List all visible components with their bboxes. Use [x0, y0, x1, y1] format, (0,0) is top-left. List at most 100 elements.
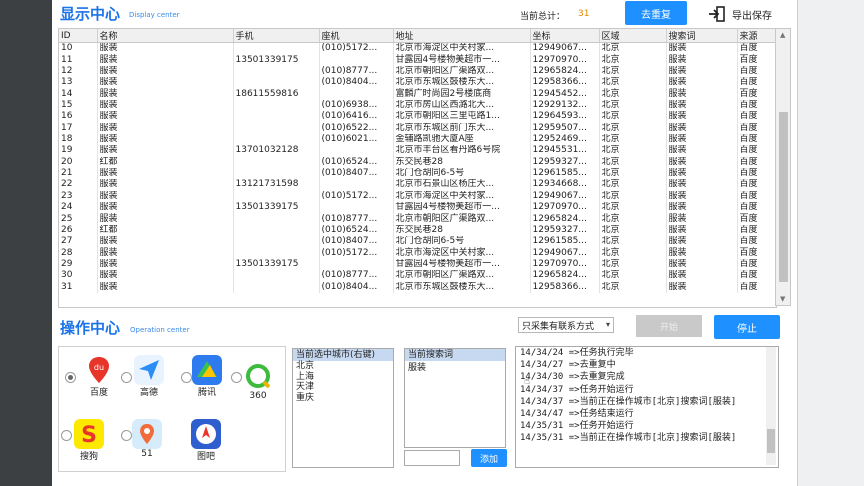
- table-row[interactable]: 16 服装 (010)6416... 北京市朝阳区三里屯路1... 12964593..…: [59, 111, 776, 123]
- table-cell: 13501339175: [233, 54, 320, 66]
- filter-select[interactable]: 只采集有联系方式 ▾: [518, 317, 614, 333]
- table-cell: (010)8407...: [319, 167, 394, 180]
- log-line: 14/34/27 =>去重复中: [520, 360, 616, 371]
- table-cell: 服装: [97, 270, 234, 282]
- city-item[interactable]: 北京: [293, 361, 393, 372]
- table-row[interactable]: 13 服装 (010)8404... 北京市东城区鼓楼东大... 12958366...…: [59, 77, 776, 89]
- column-header[interactable]: 座机: [319, 29, 394, 43]
- table-row[interactable]: 24 服装 13501339175 甘露园4号楼物美超市一... 12970970...…: [59, 202, 776, 214]
- table-cell: 百度: [737, 133, 776, 146]
- table-cell: 服装: [666, 179, 738, 191]
- log-scrollbar[interactable]: [766, 347, 776, 465]
- table-cell: 16: [59, 111, 98, 123]
- table-cell: 服装: [666, 54, 738, 66]
- table-row[interactable]: 26 红都 (010)6524... 东交民巷28 12959327... 北京 服装 百度: [59, 224, 776, 237]
- city-item[interactable]: 天津: [293, 382, 393, 393]
- keyword-input[interactable]: [404, 450, 460, 466]
- map-option-sogou[interactable]: S 搜狗: [64, 419, 114, 462]
- table-cell: [319, 258, 394, 271]
- map-option-tencent[interactable]: 腾讯: [182, 355, 232, 398]
- table-row[interactable]: 23 服装 (010)5172... 北京市海淀区中关村家... 12949067...…: [59, 190, 776, 203]
- table-cell: [233, 77, 320, 89]
- table-cell: 服装: [666, 122, 738, 134]
- export-button[interactable]: 导出保存: [708, 6, 772, 22]
- city-list[interactable]: 当前选中城市(右键) 北京 上海 天津 重庆: [292, 348, 394, 468]
- table-cell: 红都: [97, 224, 234, 237]
- map-option-baidu[interactable]: du 百度: [74, 355, 124, 398]
- log-line: 14/35/31 =>当前正在操作城市[北京]搜索词[服装]: [520, 433, 737, 444]
- table-cell: (010)8404...: [319, 281, 394, 293]
- map-option-amap[interactable]: 高德: [124, 355, 174, 398]
- log-line: 14/34/37 =>任务开始运行: [520, 384, 634, 395]
- log-panel[interactable]: 14/34/24 =>任务执行完毕 14/34/27 =>去重复中 14/34/…: [515, 346, 779, 468]
- table-cell: 北京: [599, 156, 667, 168]
- column-header[interactable]: 来源: [737, 29, 776, 43]
- table-cell: 服装: [666, 42, 738, 55]
- map-option-51[interactable]: 51: [122, 419, 172, 459]
- scroll-down-icon[interactable]: ▼: [780, 295, 785, 303]
- scroll-up-icon[interactable]: ▲: [780, 31, 785, 39]
- table-row[interactable]: 12 服装 (010)8777... 北京市朝阳区广渠路双... 12965824...…: [59, 65, 776, 78]
- table-cell: [233, 133, 320, 146]
- table-row[interactable]: 29 服装 13501339175 甘露园4号楼物美超市一... 12970970...…: [59, 258, 776, 271]
- column-header[interactable]: 名称: [97, 29, 234, 43]
- table-cell: 百度: [737, 77, 776, 89]
- table-row[interactable]: 19 服装 13701032128 北京市丰台区看丹路6号院 12945531... 北京…: [59, 145, 776, 157]
- table-row[interactable]: 14 服装 18611559816 富麟广时尚园2号楼底商 12945452... 北京服…: [59, 88, 776, 100]
- start-button[interactable]: 开始: [636, 315, 702, 337]
- map-label: 搜狗: [79, 452, 98, 462]
- table-cell: 北京: [599, 88, 667, 100]
- table-row[interactable]: 11 服装 13501339175 甘露园4号楼物美超市一... 12970970...…: [59, 54, 776, 66]
- map-option-mapbar[interactable]: 图吧: [181, 419, 231, 462]
- add-keyword-button[interactable]: 添加: [471, 449, 507, 467]
- table-row[interactable]: 18 服装 (010)6021... 金辅路凯驰大厦A座 12952469... 北京 服装…: [59, 133, 776, 146]
- table-row[interactable]: 10 服装 (010)5172... 北京市海淀区中关村家... 12949067...…: [59, 42, 776, 55]
- column-header[interactable]: 坐标: [530, 29, 600, 43]
- table-row[interactable]: 30 服装 (010)8777... 北京市朝阳区广渠路双... 12965824...…: [59, 270, 776, 282]
- table-header: ID 名称 手机 座机 地址 坐标 区域 搜索词 来源: [59, 29, 776, 43]
- dedupe-button[interactable]: 去重复: [625, 1, 687, 25]
- table-row[interactable]: 27 服装 (010)8407... 北门仓胡同6-5号 12961585... 北京 服装…: [59, 236, 776, 248]
- vertical-scrollbar[interactable]: ▲ ▼: [775, 28, 791, 306]
- column-header[interactable]: 手机: [233, 29, 320, 43]
- table-cell: 百度: [737, 111, 776, 123]
- table-cell: 服装: [97, 42, 234, 55]
- results-table[interactable]: ID 名称 手机 座机 地址 坐标 区域 搜索词 来源 10 服装 (010)5172... 北京市海…: [58, 28, 777, 308]
- city-item[interactable]: 上海: [293, 372, 393, 383]
- column-header[interactable]: 搜索词: [666, 29, 738, 43]
- column-header[interactable]: 区域: [599, 29, 667, 43]
- table-row[interactable]: 28 服装 (010)5172... 北京市海淀区中关村家... 12949067...…: [59, 247, 776, 259]
- table-cell: 北京: [599, 270, 667, 282]
- table-cell: 服装: [97, 190, 234, 203]
- table-row[interactable]: 22 服装 13121731598 北京市石景山区杨庄大... 12934668... 北…: [59, 179, 776, 191]
- map-option-360[interactable]: 360: [233, 361, 283, 401]
- table-cell: 12964593...: [530, 111, 600, 123]
- table-row[interactable]: 17 服装 (010)6522... 北京市东城区前门东大... 12959507...…: [59, 122, 776, 134]
- stop-button[interactable]: 停止: [714, 315, 780, 339]
- column-header[interactable]: ID: [59, 29, 98, 43]
- table-row[interactable]: 20 红都 (010)6524... 东交民巷28 12959327... 北京 服装 百度: [59, 156, 776, 168]
- keyword-item[interactable]: 服装: [405, 361, 505, 374]
- table-row[interactable]: 21 服装 (010)8407... 北门仓胡同6-5号 12961585... 北京 服装…: [59, 167, 776, 180]
- table-cell: 百度: [737, 213, 776, 225]
- table-row[interactable]: 15 服装 (010)6938... 北京市房山区西潞北大... 12929132...…: [59, 99, 776, 112]
- table-cell: 百度: [737, 54, 776, 66]
- log-scroll-thumb[interactable]: [767, 429, 775, 453]
- city-item[interactable]: 重庆: [293, 393, 393, 404]
- table-cell: 13121731598: [233, 179, 320, 191]
- table-cell: [233, 224, 320, 237]
- table-cell: 12970970...: [530, 54, 600, 66]
- vertical-scroll-thumb[interactable]: [779, 112, 788, 282]
- keyword-list[interactable]: 当前搜索词 服装: [404, 348, 506, 448]
- table-cell: 12961585...: [530, 167, 600, 180]
- table-cell: 北京市海淀区中关村家...: [393, 190, 531, 203]
- table-cell: 百度: [737, 99, 776, 112]
- 360-map-icon: [243, 361, 273, 391]
- table-cell: 东交民巷28: [393, 156, 531, 168]
- cursor-icon: ☝: [524, 376, 531, 387]
- table-row[interactable]: 25 服装 (010)8777... 北京市朝阳区广渠路双... 12965824...…: [59, 213, 776, 225]
- column-header[interactable]: 地址: [393, 29, 531, 43]
- table-cell: 北门仓胡同6-5号: [393, 167, 531, 180]
- amap-icon: [134, 355, 164, 385]
- table-row[interactable]: 31 服装 (010)8404... 北京市东城区鼓楼东大... 12958366...…: [59, 281, 776, 293]
